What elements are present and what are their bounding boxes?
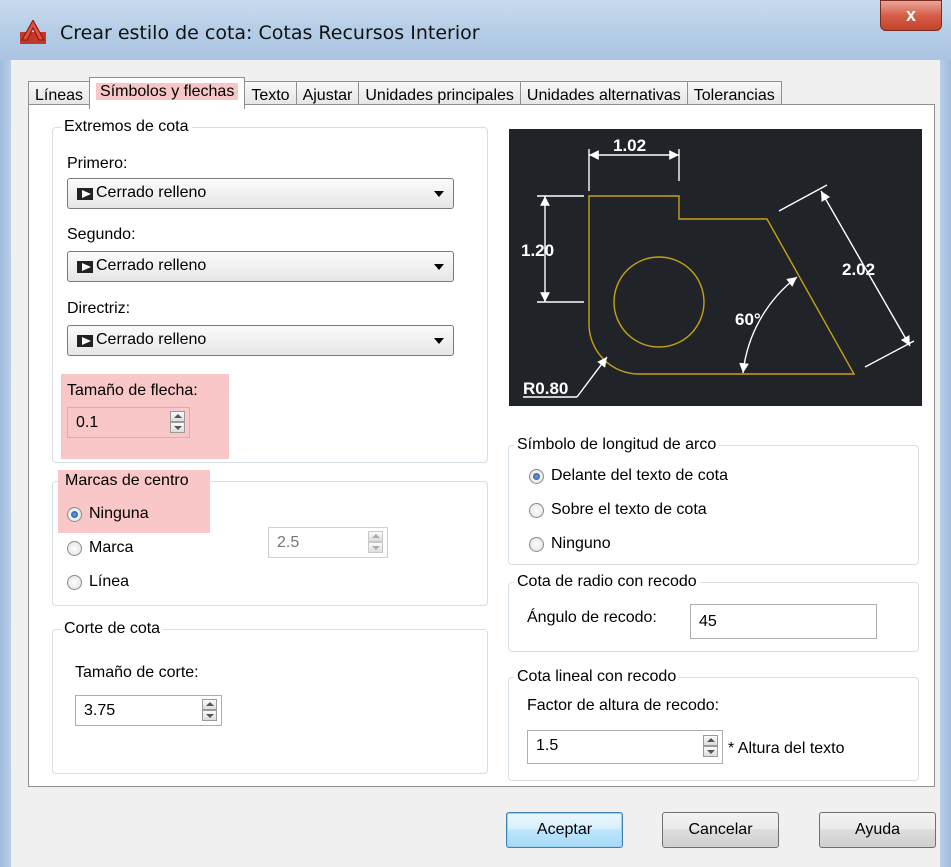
group-arco-title: Símbolo de longitud de arco — [514, 436, 720, 454]
factor-altura-label: Factor de altura de recodo: — [527, 697, 720, 714]
group-extremos-title: Extremos de cota — [61, 118, 192, 136]
spin-up-button[interactable] — [202, 699, 217, 710]
help-button[interactable]: Ayuda — [819, 812, 936, 848]
marca-size-spinner[interactable]: 2.5 — [268, 527, 388, 558]
dim-top-text: 1.02 — [613, 136, 646, 155]
radio-delante-label: Delante del texto de cota — [551, 467, 729, 484]
segundo-value: Cerrado relleno — [96, 257, 207, 274]
tab-strip: Líneas Símbolos y flechas Texto Ajustar … — [28, 77, 782, 109]
group-radio-recodo-title: Cota de radio con recodo — [514, 573, 700, 591]
tamano-flecha-label: Tamaño de flecha: — [67, 382, 198, 399]
radio-sobre-label: Sobre el texto de cota — [551, 501, 707, 518]
radio-circle — [67, 540, 82, 556]
spin-up-button[interactable] — [170, 411, 185, 422]
spin-up-button[interactable] — [368, 531, 383, 542]
tamano-flecha-spinner[interactable]: 0.1 — [67, 407, 190, 438]
spin-down-button[interactable] — [170, 422, 185, 433]
close-icon: x — [905, 5, 916, 25]
dim-radius-text: R0.80 — [523, 379, 568, 398]
directriz-label: Directriz: — [67, 300, 131, 317]
tamano-flecha-value: 0.1 — [76, 414, 99, 431]
chevron-down-icon — [434, 264, 444, 270]
spin-down-button[interactable] — [368, 542, 383, 553]
tab-simbolos-label: Símbolos y flechas — [96, 83, 239, 100]
segundo-select[interactable]: Cerrado relleno — [67, 251, 454, 282]
group-lineal-recodo — [508, 677, 919, 781]
tamano-corte-label: Tamaño de corte: — [75, 664, 199, 681]
dim-right-text: 2.02 — [842, 260, 875, 279]
radio-ninguno-arco[interactable]: Ninguno — [529, 535, 611, 553]
segundo-label: Segundo: — [67, 226, 136, 243]
dim-left-text: 1.20 — [521, 241, 554, 260]
radio-linea[interactable]: Línea — [67, 573, 129, 591]
primero-value: Cerrado relleno — [96, 184, 207, 201]
tamano-corte-spinner[interactable]: 3.75 — [75, 695, 222, 726]
arrowhead-filled-icon — [77, 335, 93, 347]
spin-down-button[interactable] — [202, 710, 217, 721]
radio-linea-label: Línea — [89, 573, 130, 590]
radio-delante-texto[interactable]: Delante del texto de cota — [529, 467, 728, 485]
spin-down-button[interactable] — [703, 746, 718, 757]
window-border-left — [0, 60, 11, 867]
tab-simbolos-y-flechas[interactable]: Símbolos y flechas — [89, 77, 246, 109]
chevron-down-icon — [434, 191, 444, 197]
directriz-select[interactable]: Cerrado relleno — [67, 325, 454, 356]
accept-button[interactable]: Aceptar — [506, 812, 623, 848]
tamano-corte-value: 3.75 — [84, 702, 116, 719]
radio-circle-checked — [529, 468, 544, 484]
radio-ninguno-label: Ninguno — [551, 535, 611, 552]
window-title: Crear estilo de cota: Cotas Recursos Int… — [60, 22, 480, 44]
angulo-recodo-label: Ángulo de recodo: — [527, 609, 657, 626]
spin-up-button[interactable] — [703, 735, 718, 746]
autocad-app-icon — [20, 20, 46, 44]
altura-texto-suffix: * Altura del texto — [728, 740, 845, 757]
radio-circle — [529, 502, 544, 518]
dim-angle-text: 60° — [735, 310, 761, 329]
radio-circle-checked — [67, 506, 82, 522]
arrowhead-filled-icon — [77, 188, 93, 200]
group-marcas-title: Marcas de centro — [65, 472, 189, 489]
angulo-recodo-value: 45 — [699, 613, 717, 630]
radio-ninguna[interactable]: Ninguna — [67, 505, 149, 523]
factor-altura-spinner[interactable]: 1.5 — [527, 730, 723, 764]
group-lineal-recodo-title: Cota lineal con recodo — [514, 668, 680, 686]
primero-select[interactable]: Cerrado relleno — [67, 178, 454, 209]
title-bar[interactable]: Crear estilo de cota: Cotas Recursos Int… — [0, 0, 951, 60]
marca-size-value: 2.5 — [277, 534, 300, 551]
window-border-right — [940, 60, 951, 867]
angulo-recodo-input[interactable]: 45 — [690, 604, 877, 639]
radio-ninguna-label: Ninguna — [89, 505, 149, 522]
radio-circle — [529, 536, 544, 552]
part-geometry — [588, 195, 856, 375]
close-button[interactable]: x — [880, 0, 942, 31]
group-corte-title: Corte de cota — [61, 620, 164, 638]
dimension-preview: 1.02 1.20 2.02 60° R0.80 — [509, 129, 922, 406]
radio-marca[interactable]: Marca — [67, 539, 133, 557]
primero-label: Primero: — [67, 155, 128, 172]
dialog-window: Crear estilo de cota: Cotas Recursos Int… — [0, 0, 951, 867]
arrowhead-filled-icon — [77, 261, 93, 273]
chevron-down-icon — [434, 338, 444, 344]
directriz-value: Cerrado relleno — [96, 331, 207, 348]
factor-altura-value: 1.5 — [536, 737, 559, 754]
radio-marca-label: Marca — [89, 539, 134, 556]
radio-sobre-texto[interactable]: Sobre el texto de cota — [529, 501, 707, 519]
radio-circle — [67, 574, 82, 590]
cancel-button[interactable]: Cancelar — [662, 812, 779, 848]
